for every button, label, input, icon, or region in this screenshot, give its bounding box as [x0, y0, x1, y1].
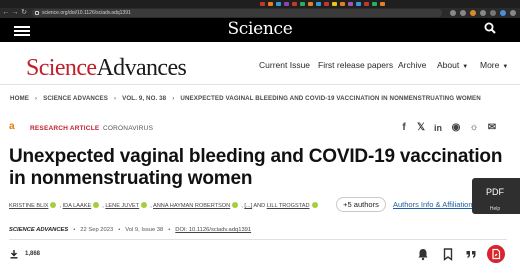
article-subject[interactable]: CORONAVIRUS: [103, 125, 153, 133]
nav-first-release-papers[interactable]: First release papers: [318, 60, 393, 70]
chevron-down-icon: ▼: [502, 64, 509, 70]
profile-avatar[interactable]: [500, 10, 506, 16]
reload-icon[interactable]: ↻: [20, 8, 28, 18]
orcid-icon[interactable]: [141, 202, 148, 209]
pdf-widget-label: PDF: [486, 187, 504, 197]
breadcrumb-separator-icon: ›: [172, 95, 175, 102]
address-bar-url: science.org/doi/10.1126/sciadv.adq1391: [42, 10, 131, 16]
orcid-icon[interactable]: [93, 202, 100, 209]
search-icon[interactable]: [484, 22, 496, 34]
linkedin-icon[interactable]: in: [432, 122, 444, 134]
bookmark-icon[interactable]: [441, 247, 455, 261]
orcid-icon[interactable]: [232, 202, 239, 209]
browser-menu-icon[interactable]: [510, 10, 516, 16]
citation-divider: [9, 239, 507, 240]
open-access-icon: а: [9, 121, 15, 132]
author-link[interactable]: IDA LAAKE: [63, 203, 92, 209]
zoom-icon[interactable]: [450, 10, 456, 16]
breadcrumb-separator-icon: ›: [34, 95, 38, 102]
download-count: 1,868: [25, 251, 41, 257]
wechat-icon[interactable]: ☼: [468, 122, 480, 134]
authors-info-link[interactable]: Authors Info & Affiliations: [393, 200, 476, 210]
author-list: KRISTINE BLIX, IDA LAAKE, LENE JUVET, AN…: [9, 201, 321, 211]
back-icon[interactable]: ←: [2, 8, 10, 18]
forward-icon[interactable]: →: [11, 8, 19, 18]
pdf-download-button[interactable]: [487, 245, 505, 263]
nav-divider: [0, 84, 520, 85]
author-link[interactable]: LENE JUVET: [105, 203, 139, 209]
cite-quote-icon[interactable]: [464, 247, 478, 261]
browser-tabs[interactable]: [260, 2, 385, 6]
citation-date: 22 Sep 2023: [80, 227, 114, 233]
nav-more-label: More: [480, 60, 500, 70]
citation-journal[interactable]: SCIENCE ADVANCES: [9, 227, 68, 233]
pdf-icon: [492, 248, 501, 260]
pdf-help-widget[interactable]: PDF Help: [472, 178, 520, 214]
author-link[interactable]: KRISTINE BLIX: [9, 203, 48, 209]
authors-and: AND: [253, 203, 266, 209]
chevron-down-icon: ▼: [462, 64, 469, 70]
email-icon[interactable]: ✉: [486, 122, 498, 134]
extension-icon[interactable]: [470, 10, 476, 16]
breadcrumb-home[interactable]: HOME: [10, 95, 29, 102]
citation-line: SCIENCE ADVANCES • 22 Sep 2023 • Vol 9, Issu…: [9, 227, 252, 233]
reddit-icon[interactable]: ◉: [450, 122, 462, 134]
breadcrumb-current: UNEXPECTED VAGINAL BLEEDING AND COVID-19…: [180, 95, 481, 102]
nav-current-issue[interactable]: Current Issue: [259, 60, 310, 70]
breadcrumb-issue[interactable]: VOL. 9, NO. 38: [122, 95, 166, 102]
orcid-icon[interactable]: [311, 202, 318, 209]
author-link[interactable]: LILL TROGSTAD: [267, 203, 310, 209]
lock-icon: [35, 11, 39, 15]
twitter-icon[interactable]: 𝕏: [415, 122, 427, 134]
nav-archive[interactable]: Archive: [398, 60, 426, 70]
bookmark-star-icon[interactable]: [480, 10, 486, 16]
help-label: Help: [489, 206, 501, 212]
nav-about-label: About: [437, 60, 460, 70]
article-title: Unexpected vaginal bleeding and COVID-19…: [9, 146, 503, 189]
address-bar[interactable]: science.org/doi/10.1126/sciadv.adq1391: [32, 9, 442, 17]
breadcrumb-journal[interactable]: SCIENCE ADVANCES: [43, 95, 108, 102]
breadcrumb-separator-icon: ›: [114, 95, 117, 102]
nav-more[interactable]: More ▼: [480, 60, 508, 72]
facebook-icon[interactable]: f: [398, 122, 410, 134]
citation-volume[interactable]: Vol 9, Issue 38: [125, 227, 163, 233]
browser-tab-strip: [0, 0, 520, 8]
notification-bell-icon[interactable]: [416, 247, 430, 261]
nav-about[interactable]: About ▼: [437, 60, 468, 72]
article-type: RESEARCH ARTICLE: [30, 125, 100, 132]
citation-doi[interactable]: DOI: 10.1126/sciadv.adq1391: [175, 227, 251, 233]
author-link[interactable]: ANNA HAYMAN ROBERTSON: [153, 203, 230, 209]
more-authors-button[interactable]: +5 authors: [336, 197, 386, 212]
orcid-icon[interactable]: [50, 202, 57, 209]
extensions-puzzle-icon[interactable]: [490, 10, 496, 16]
breadcrumb: HOME › SCIENCE ADVANCES › VOL. 9, NO. 38 › UNE…: [10, 95, 481, 103]
authors-ellipsis[interactable]: [...]: [244, 203, 252, 209]
share-page-icon[interactable]: [460, 10, 466, 16]
science-advances-logo[interactable]: ScienceAdvances: [26, 54, 187, 82]
download-icon: [10, 250, 18, 259]
science-logo[interactable]: Science: [0, 19, 520, 39]
